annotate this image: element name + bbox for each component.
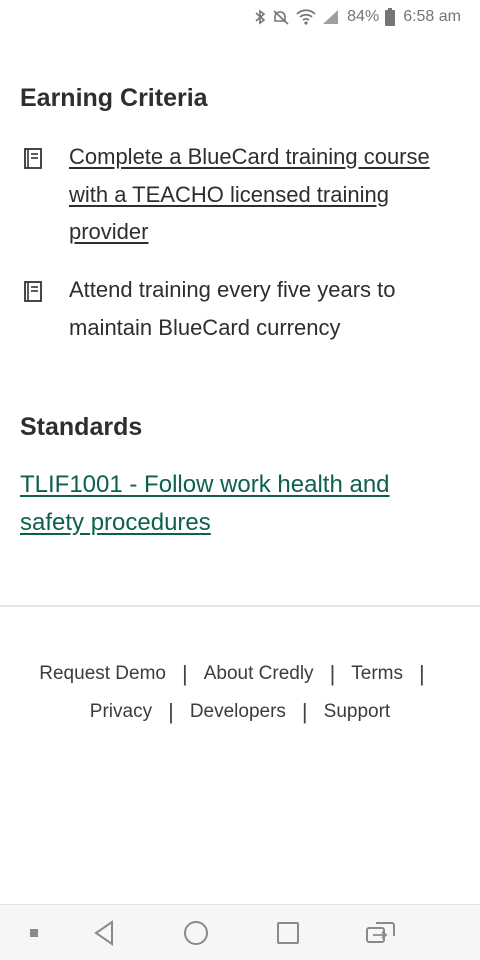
footer-row-1: Request Demo | About Credly | Terms |	[0, 661, 480, 687]
footer-separator: |	[168, 699, 174, 724]
criteria-item: Attend training every five years to main…	[20, 271, 465, 346]
book-icon	[20, 138, 69, 251]
footer-link-developers[interactable]: Developers	[190, 701, 286, 723]
footer-separator: |	[301, 699, 308, 724]
earning-criteria-title: Earning Criteria	[20, 84, 208, 112]
criteria-text: Attend training every five years to main…	[69, 277, 396, 340]
footer-link-privacy[interactable]: Privacy	[90, 701, 152, 723]
dot-icon[interactable]	[22, 905, 46, 960]
home-icon[interactable]	[176, 905, 216, 960]
status-bar: 84% 6:58 am	[0, 0, 480, 34]
footer-separator: |	[419, 661, 425, 686]
footer-link-request-demo[interactable]: Request Demo	[39, 663, 166, 685]
battery-percent: 84%	[347, 8, 380, 25]
footer-link-about-credly[interactable]: About Credly	[204, 663, 314, 685]
battery-icon	[385, 8, 396, 26]
criteria-link[interactable]: Complete a BlueCard training course with…	[69, 138, 465, 251]
wifi-icon	[296, 9, 316, 25]
book-icon	[20, 271, 69, 346]
standards-title: Standards	[20, 413, 143, 441]
signal-icon	[322, 9, 339, 25]
divider	[0, 605, 480, 607]
footer-row-2: Privacy | Developers | Support	[0, 699, 480, 725]
navigation-bar	[0, 904, 480, 960]
footer-separator: |	[182, 661, 188, 686]
bluetooth-icon	[254, 9, 266, 25]
mute-icon	[272, 9, 290, 25]
footer-separator: |	[329, 661, 336, 686]
recents-icon[interactable]	[268, 905, 308, 960]
standard-link[interactable]: TLIF1001 - Follow work health and safety…	[20, 466, 460, 541]
footer-link-support[interactable]: Support	[324, 701, 391, 723]
back-icon[interactable]	[84, 905, 124, 960]
criteria-item: Complete a BlueCard training course with…	[20, 138, 465, 251]
clock: 6:58 am	[403, 8, 461, 25]
switch-app-icon[interactable]	[360, 905, 402, 960]
footer-link-terms[interactable]: Terms	[351, 663, 403, 685]
